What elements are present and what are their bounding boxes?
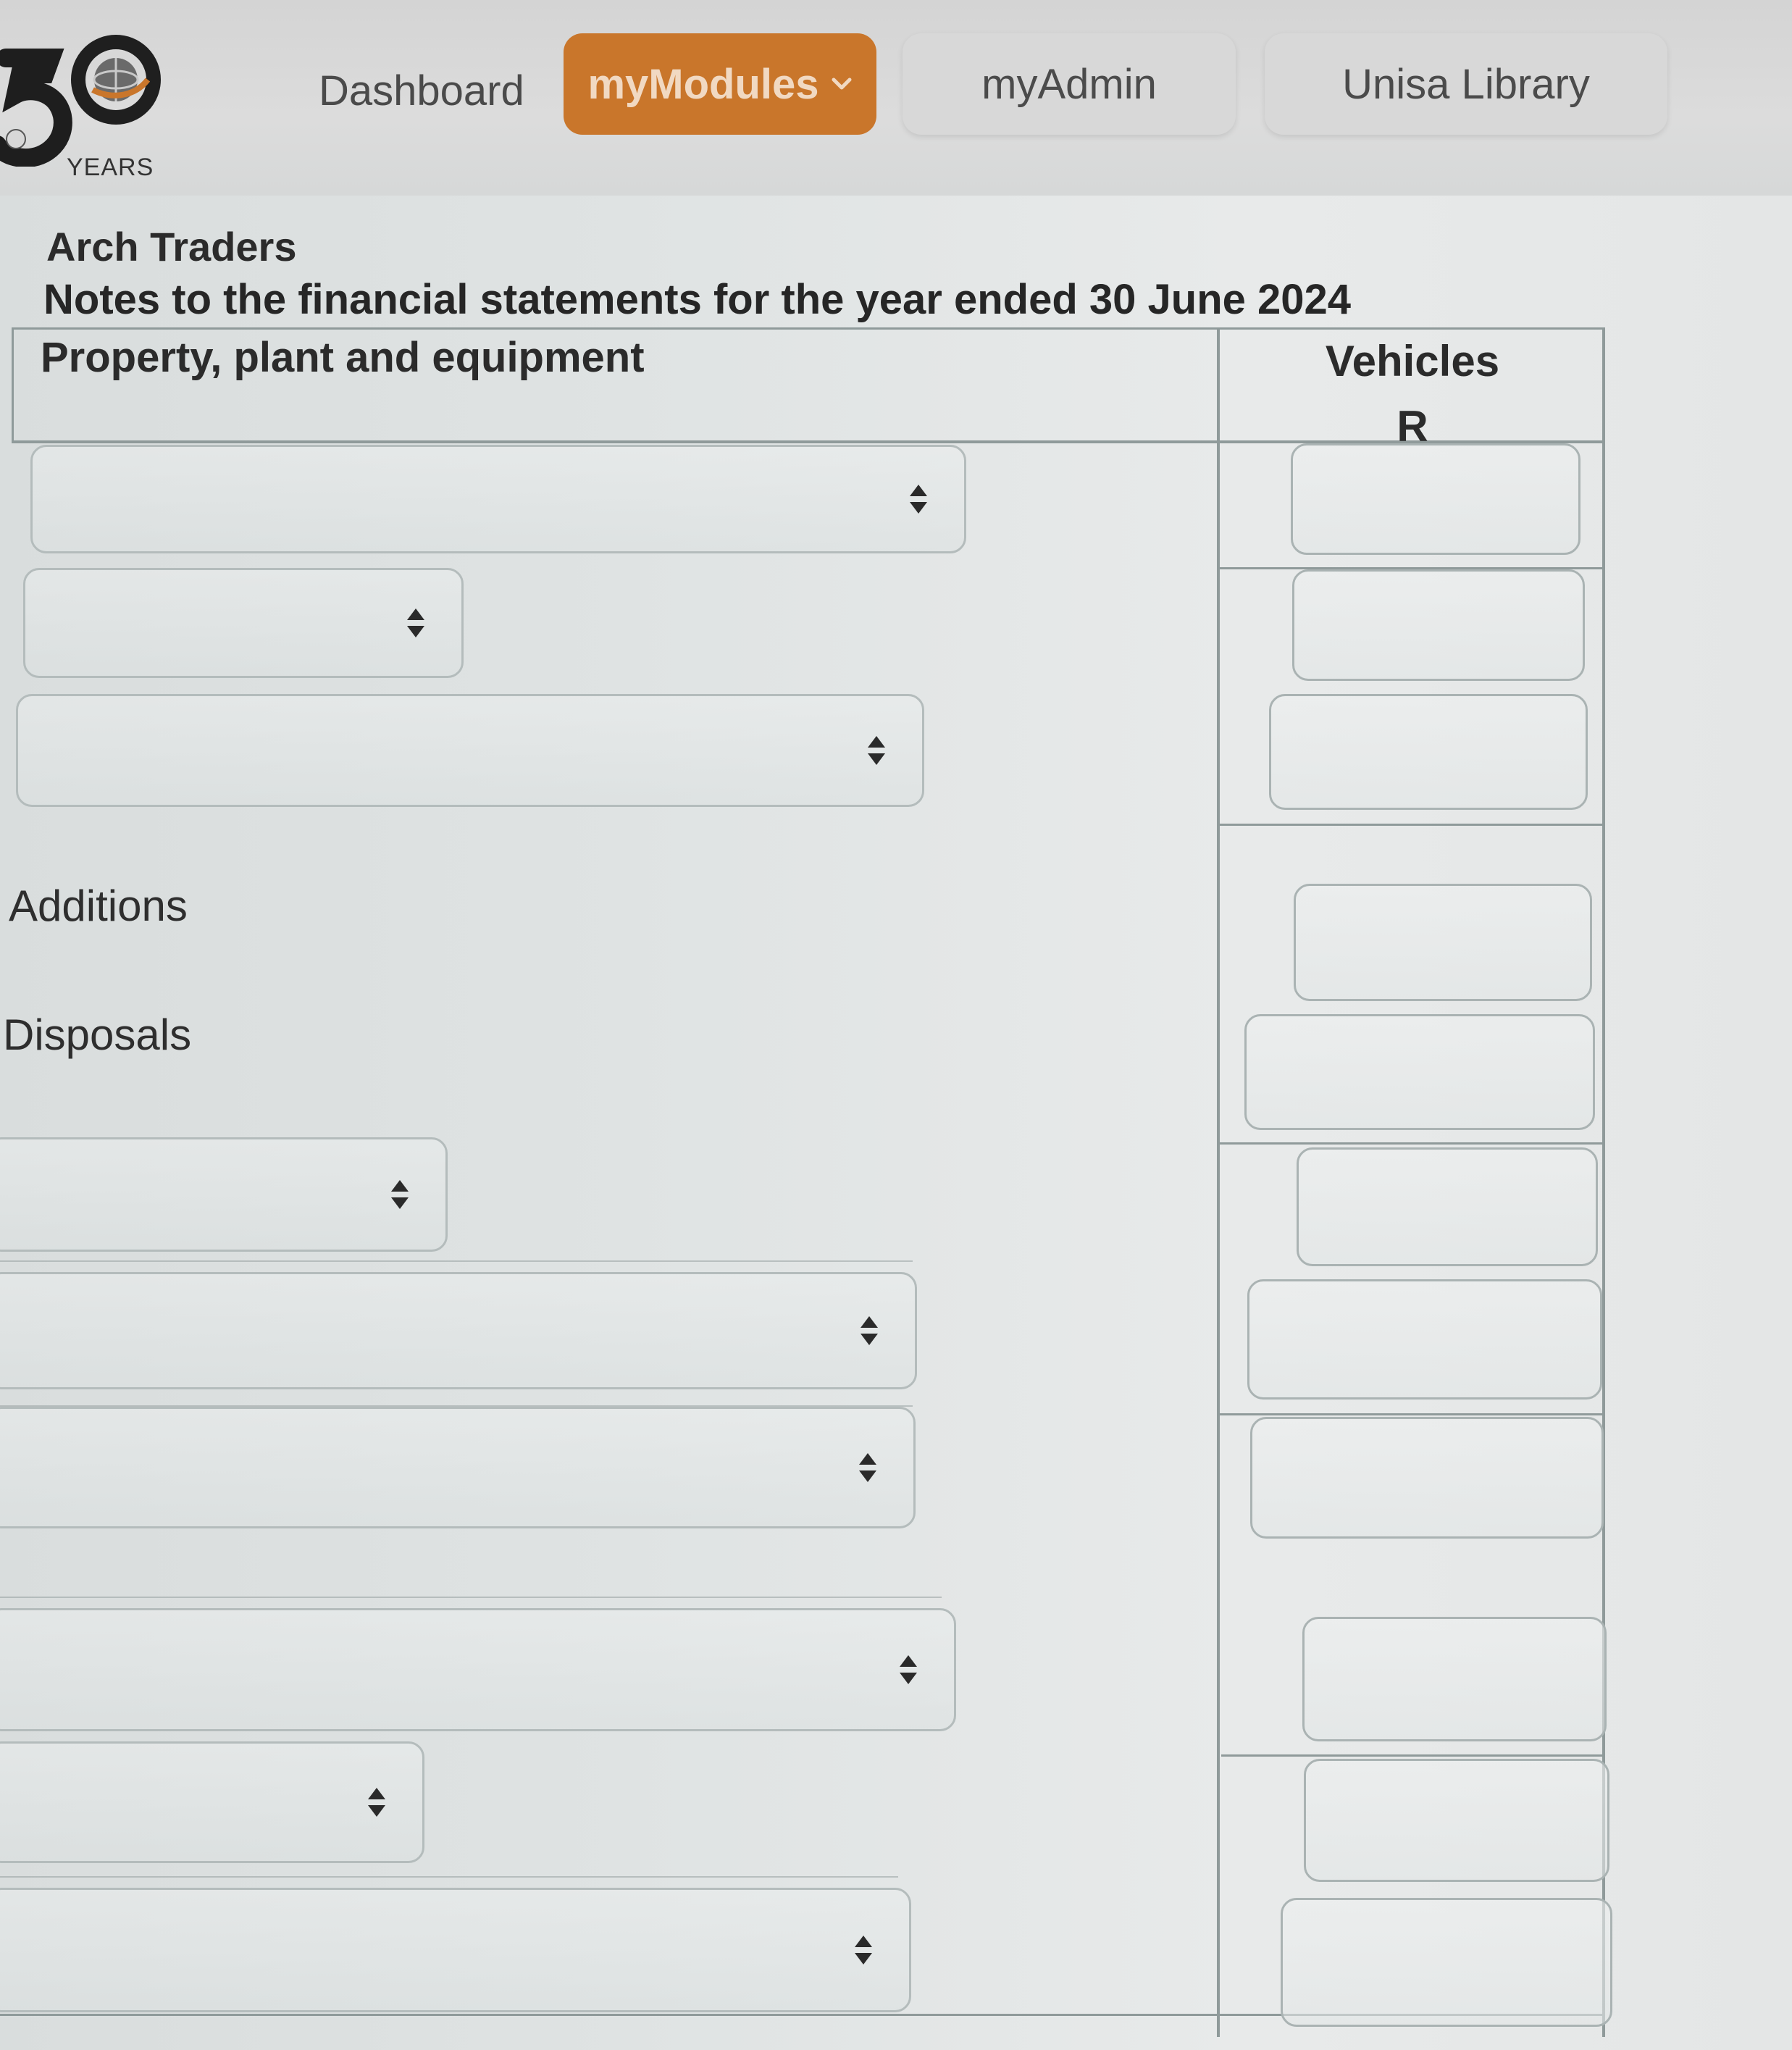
company-name: Arch Traders — [46, 224, 297, 269]
nav-library-label: Unisa Library — [1342, 60, 1590, 108]
chevron-down-icon — [831, 67, 853, 98]
vehicles-amount-input-6[interactable] — [1297, 1147, 1598, 1266]
line-item-select-7[interactable] — [0, 1608, 956, 1731]
vehicles-amount-input-4[interactable] — [1294, 884, 1592, 1001]
sort-arrows-icon — [897, 1652, 919, 1687]
line-item-select-5[interactable] — [0, 1272, 917, 1389]
nav-myadmin-button[interactable]: myAdmin — [903, 33, 1236, 135]
ppe-header-label: Property, plant and equipment — [41, 334, 645, 381]
nav-mymodules-button[interactable]: myModules — [564, 33, 876, 135]
logo-years-text: YEARS — [67, 154, 154, 181]
vehicles-amount-input-10[interactable] — [1304, 1759, 1609, 1882]
line-item-select-4[interactable] — [0, 1137, 448, 1252]
vehicles-amount-input-7[interactable] — [1247, 1279, 1602, 1400]
vehicles-amount-input-2[interactable] — [1292, 569, 1585, 681]
statement-title: Notes to the financial statements for th… — [43, 276, 1352, 323]
sort-arrows-icon — [853, 1933, 874, 1967]
table-row-separator — [1217, 824, 1604, 826]
line-item-select-8[interactable] — [0, 1741, 424, 1863]
line-item-select-9[interactable] — [0, 1888, 911, 2012]
line-item-select-3[interactable] — [16, 694, 924, 807]
sort-arrows-icon — [908, 482, 929, 516]
sort-arrows-icon — [857, 1450, 879, 1485]
vehicles-amount-input-8[interactable] — [1250, 1417, 1604, 1539]
nav-dashboard-link[interactable]: Dashboard — [319, 67, 524, 115]
vehicles-amount-input-3[interactable] — [1269, 694, 1588, 810]
line-item-select-1[interactable] — [30, 445, 966, 553]
table-row-separator — [1221, 1754, 1604, 1757]
row-line — [0, 1876, 898, 1878]
additions-label: Additions — [9, 882, 188, 930]
vehicles-amount-input-1[interactable] — [1291, 443, 1580, 555]
table-row-separator — [1220, 1413, 1604, 1415]
unisa-50-years-logo[interactable]: YEARS — [0, 29, 167, 181]
logo-emblem-icon — [0, 35, 161, 167]
disposals-label: Disposals — [3, 1011, 192, 1059]
nav-mymodules-label: myModules — [587, 60, 819, 108]
vehicles-amount-input-11[interactable] — [1281, 1898, 1612, 2027]
vehicles-column-header: Vehicles R — [1224, 329, 1601, 459]
line-item-select-6[interactable] — [0, 1407, 916, 1528]
table-row-separator — [1218, 1142, 1604, 1145]
sort-arrows-icon — [366, 1785, 388, 1820]
vehicles-amount-input-5[interactable] — [1244, 1014, 1595, 1130]
line-item-select-2[interactable] — [23, 568, 464, 678]
nav-unisa-library-button[interactable]: Unisa Library — [1265, 33, 1667, 135]
top-navigation-bar: YEARS Dashboard myModules myAdmin Unisa … — [0, 0, 1792, 196]
row-line — [0, 1260, 913, 1262]
sort-arrows-icon — [405, 606, 427, 640]
vehicles-column-title: Vehicles — [1325, 337, 1500, 385]
sort-arrows-icon — [866, 733, 887, 768]
sort-arrows-icon — [389, 1177, 411, 1212]
row-line — [0, 1597, 942, 1598]
table-column-divider — [1217, 327, 1220, 2037]
vehicles-amount-input-9[interactable] — [1302, 1617, 1607, 1741]
nav-myadmin-label: myAdmin — [981, 60, 1157, 108]
sort-arrows-icon — [858, 1313, 880, 1348]
table-left-border — [12, 327, 14, 443]
